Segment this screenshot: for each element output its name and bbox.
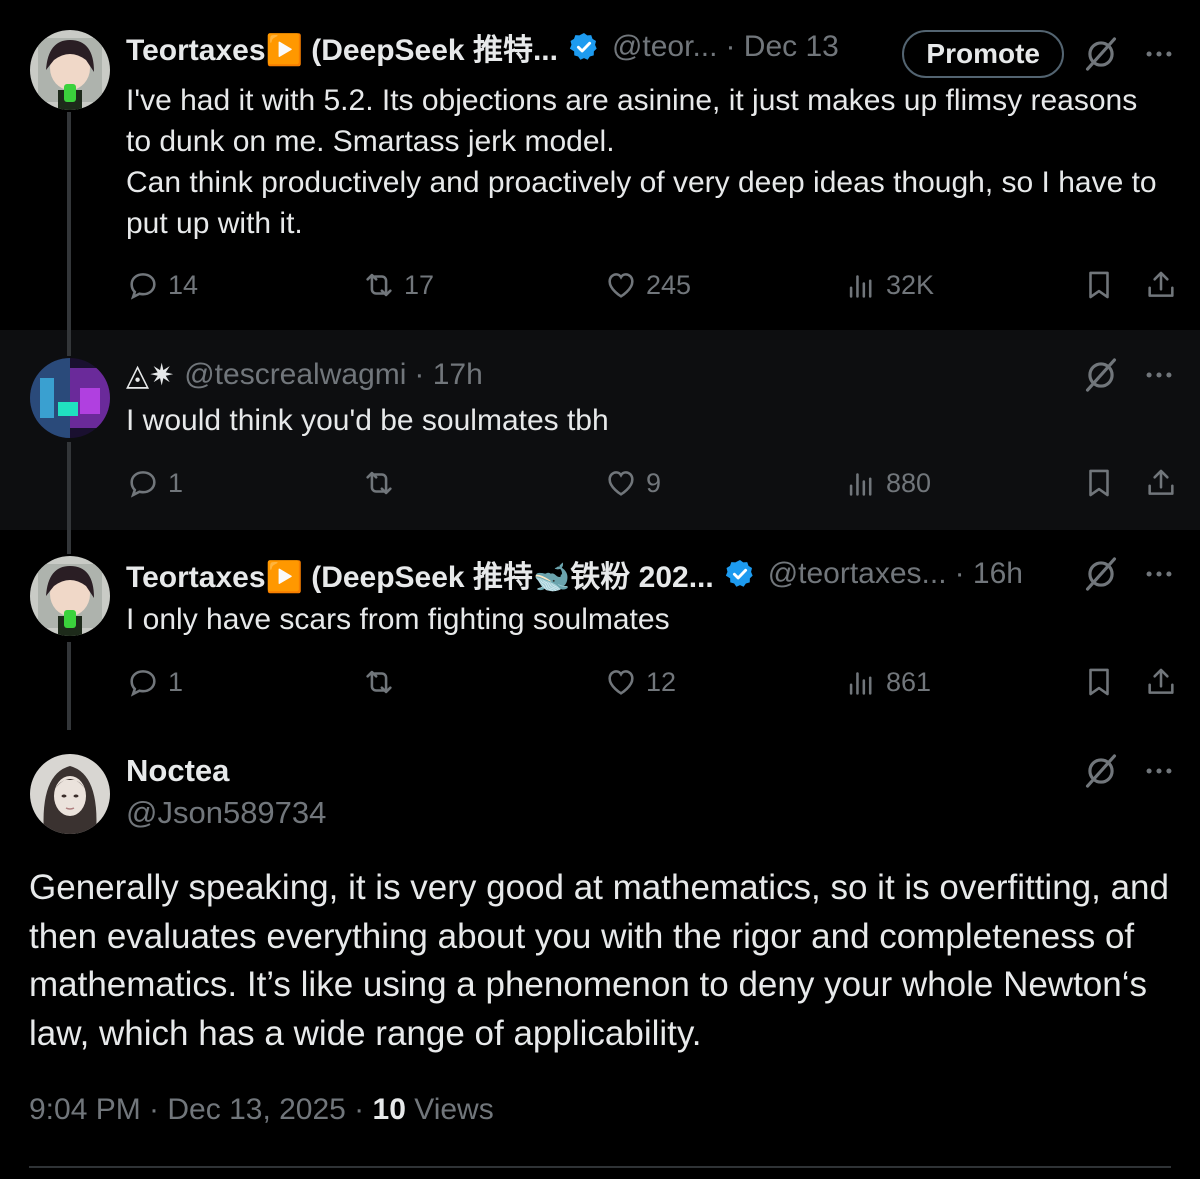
action-bar: 14 17 245 32K <box>126 268 1178 308</box>
tweet-text: I would think you'd be soulmates tbh <box>126 404 609 437</box>
thread-line <box>67 330 71 356</box>
reply-tweet-1[interactable]: Teortaxes▶️ (DeepSeek 推特... @teor... · D… <box>0 0 1200 330</box>
promote-button[interactable]: Promote <box>902 30 1064 78</box>
thread-line <box>67 642 71 730</box>
views-icon <box>844 665 878 699</box>
reply-icon <box>126 466 160 500</box>
like-button[interactable]: 245 <box>604 268 691 302</box>
share-icon <box>1144 665 1178 699</box>
reply-count: 1 <box>168 467 184 498</box>
display-name[interactable]: Teortaxes▶️ (DeepSeek 推特🐋铁粉 202... <box>126 552 714 596</box>
display-name[interactable]: Teortaxes▶️ (DeepSeek 推特... <box>126 25 558 69</box>
like-icon <box>604 665 638 699</box>
views-button[interactable]: 32K <box>844 268 934 302</box>
more-icon[interactable] <box>1142 37 1176 71</box>
repost-count: 17 <box>404 269 435 300</box>
grok-icon[interactable] <box>1082 35 1120 73</box>
reply-tweet-3[interactable]: Teortaxes▶️ (DeepSeek 推特🐋铁粉 202... @teor… <box>0 530 1200 730</box>
verified-icon <box>568 31 600 63</box>
timestamp[interactable]: · Dec 13 <box>725 30 838 64</box>
bookmark-button[interactable] <box>1082 466 1124 500</box>
tweet-text: I've had it with 5.2. Its objections are… <box>126 84 1157 240</box>
more-icon[interactable] <box>1142 358 1176 392</box>
bookmark-button[interactable] <box>1082 268 1124 302</box>
main-tweet-text: Generally speaking, it is very good at m… <box>29 868 1169 1053</box>
timestamp[interactable]: · 17h <box>414 358 482 392</box>
share-button[interactable] <box>1144 268 1186 302</box>
views-icon <box>844 466 878 500</box>
reply-button[interactable]: 1 <box>126 466 183 500</box>
tweet-menu <box>1082 356 1176 394</box>
avatar[interactable] <box>30 358 110 438</box>
reply-count: 14 <box>168 269 199 300</box>
action-bar: 1 12 861 <box>126 665 1178 705</box>
like-button[interactable]: 12 <box>604 665 676 699</box>
handle[interactable]: @tescrealwagmi <box>184 358 406 392</box>
bookmark-icon <box>1082 268 1116 302</box>
avatar[interactable] <box>30 30 110 110</box>
views-button[interactable]: 880 <box>844 466 931 500</box>
grok-icon[interactable] <box>1082 752 1120 790</box>
thread-line <box>67 442 71 530</box>
views-count: 861 <box>886 666 932 697</box>
repost-icon <box>362 466 396 500</box>
repost-icon <box>362 268 396 302</box>
tweet-meta: 9:04 PM · Dec 13, 2025 · 10 Views <box>29 1093 494 1127</box>
handle[interactable]: @Json589734 <box>126 795 326 831</box>
tweet-menu <box>1082 752 1176 790</box>
bookmark-button[interactable] <box>1082 665 1124 699</box>
display-name[interactable]: ◬✷ <box>126 358 174 393</box>
tweet-text: I only have scars from fighting soulmate… <box>126 603 670 636</box>
action-bar: 1 9 880 <box>126 466 1178 506</box>
handle[interactable]: @teortaxes... <box>768 557 947 591</box>
tweet-menu <box>1082 555 1176 593</box>
timestamp[interactable]: · 16h <box>955 557 1023 591</box>
reply-count: 1 <box>168 666 184 697</box>
reply-icon <box>126 665 160 699</box>
avatar[interactable] <box>30 556 110 636</box>
reply-button[interactable]: 14 <box>126 268 198 302</box>
share-button[interactable] <box>1144 665 1186 699</box>
repost-button[interactable]: 17 <box>362 268 434 302</box>
views-button[interactable]: 861 <box>844 665 931 699</box>
views-icon <box>844 268 878 302</box>
more-icon[interactable] <box>1142 557 1176 591</box>
like-count: 12 <box>646 666 677 697</box>
like-icon <box>604 268 638 302</box>
views-count: 880 <box>886 467 932 498</box>
handle[interactable]: @teor... <box>612 30 718 64</box>
bookmark-icon <box>1082 466 1116 500</box>
repost-icon <box>362 665 396 699</box>
avatar[interactable] <box>30 754 110 834</box>
tweet-header: ◬✷ @tescrealwagmi · 17h <box>126 355 1170 395</box>
share-button[interactable] <box>1144 466 1186 500</box>
share-icon <box>1144 466 1178 500</box>
views-label: Views <box>405 1093 494 1126</box>
bookmark-icon <box>1082 665 1116 699</box>
tweet-menu: Promote <box>902 30 1176 78</box>
views-count: 10 <box>372 1093 406 1126</box>
repost-button[interactable] <box>362 665 404 699</box>
divider <box>29 1166 1171 1168</box>
display-name[interactable]: Noctea <box>126 753 229 789</box>
verified-icon <box>724 558 756 590</box>
reply-tweet-2[interactable]: ◬✷ @tescrealwagmi · 17h I would think yo… <box>0 330 1200 530</box>
like-button[interactable]: 9 <box>604 466 661 500</box>
reply-button[interactable]: 1 <box>126 665 183 699</box>
repost-button[interactable] <box>362 466 404 500</box>
like-icon <box>604 466 638 500</box>
more-icon[interactable] <box>1142 754 1176 788</box>
views-count: 32K <box>886 269 935 300</box>
share-icon <box>1144 268 1178 302</box>
tweet-header: Teortaxes▶️ (DeepSeek 推特🐋铁粉 202... @teor… <box>126 554 1170 594</box>
like-count: 9 <box>646 467 662 498</box>
like-count: 245 <box>646 269 692 300</box>
post-timestamp[interactable]: 9:04 PM · Dec 13, 2025 · <box>29 1093 373 1126</box>
reply-icon <box>126 268 160 302</box>
grok-icon[interactable] <box>1082 356 1120 394</box>
grok-icon[interactable] <box>1082 555 1120 593</box>
thread-line <box>67 530 71 554</box>
thread-line <box>67 112 71 330</box>
